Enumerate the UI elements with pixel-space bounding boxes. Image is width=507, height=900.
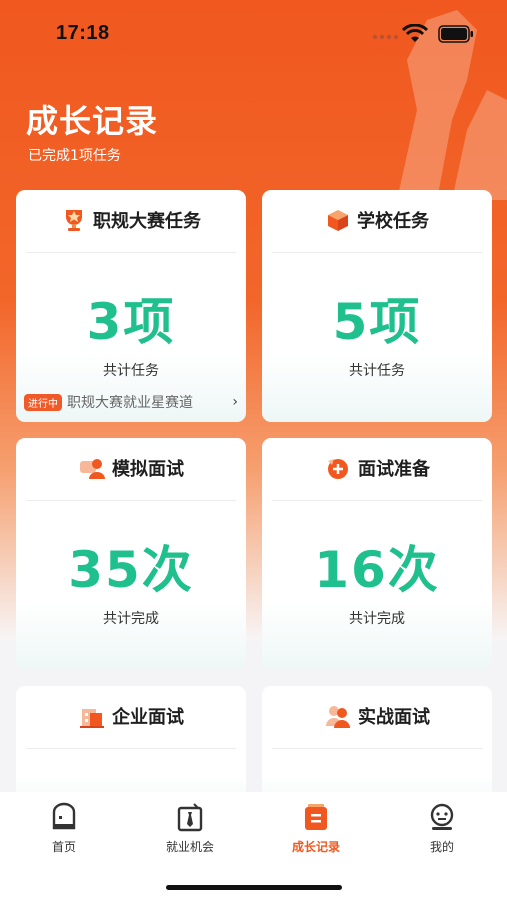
tab-label: 我的 xyxy=(429,840,454,854)
card-title: 实战面试 xyxy=(358,707,430,728)
divider xyxy=(26,748,236,749)
tab-jobs[interactable]: 就业机会 xyxy=(127,802,253,862)
building-icon xyxy=(80,709,104,728)
divider xyxy=(26,252,236,253)
box-icon xyxy=(328,210,348,231)
card-title: 职规大赛任务 xyxy=(93,211,201,232)
bottom-tab-bar: 首页 就业机会 成长记录 我的 xyxy=(0,792,507,900)
people-icon xyxy=(326,706,350,728)
profile-icon xyxy=(430,803,454,830)
tab-label: 首页 xyxy=(51,840,76,854)
tab-home[interactable]: 首页 xyxy=(1,802,127,862)
contest-progress-link[interactable]: 进行中 职规大赛就业星赛道 › xyxy=(24,392,238,412)
contest-track-name: 职规大赛就业星赛道 xyxy=(67,395,193,411)
card-career-contest[interactable]: 职规大赛任务 3项 共计任务 进行中 职规大赛就业星赛道 › xyxy=(16,190,246,422)
battery-icon xyxy=(438,25,473,43)
prep-icon xyxy=(328,459,348,479)
tab-profile[interactable]: 我的 xyxy=(379,802,505,862)
card-school-tasks[interactable]: 学校任务 5项 共计任务 xyxy=(262,190,492,422)
card-value: 3项 xyxy=(86,293,176,351)
tab-label: 成长记录 xyxy=(291,840,340,854)
status-badge: 进行中 xyxy=(24,393,62,411)
chevron-right-icon: › xyxy=(232,394,238,410)
card-interview-prep[interactable]: 面试准备 16次 共计完成 xyxy=(262,438,492,670)
card-caption: 共计完成 xyxy=(103,611,159,627)
divider xyxy=(26,500,236,501)
card-title: 模拟面试 xyxy=(112,459,184,480)
divider xyxy=(272,500,482,501)
card-caption: 共计任务 xyxy=(103,363,159,379)
status-bar: 17:18 xyxy=(0,0,507,60)
tab-growth-record[interactable]: 成长记录 xyxy=(253,802,379,862)
divider xyxy=(272,748,482,749)
card-mock-interview[interactable]: 模拟面试 35次 共计完成 xyxy=(16,438,246,670)
signal-dots-icon xyxy=(372,34,398,40)
wifi-icon xyxy=(402,24,428,42)
page-title: 成长记录 xyxy=(26,102,159,140)
card-caption: 共计任务 xyxy=(349,363,405,379)
card-title: 学校任务 xyxy=(357,211,429,232)
chat-person-icon xyxy=(80,459,105,479)
trophy-icon xyxy=(66,210,82,231)
card-value: 5项 xyxy=(332,293,422,351)
card-title: 面试准备 xyxy=(358,459,430,480)
divider xyxy=(272,252,482,253)
record-icon xyxy=(305,804,327,830)
tab-label: 就业机会 xyxy=(165,840,214,854)
home-indicator xyxy=(166,885,342,890)
card-title: 企业面试 xyxy=(112,707,184,728)
page-subtitle: 已完成1项任务 xyxy=(28,148,121,164)
status-time: 17:18 xyxy=(56,22,110,44)
home-icon xyxy=(52,802,76,830)
card-caption: 共计完成 xyxy=(349,611,405,627)
tie-icon xyxy=(177,803,203,832)
card-value: 35次 xyxy=(68,541,194,599)
card-value: 16次 xyxy=(314,541,440,599)
